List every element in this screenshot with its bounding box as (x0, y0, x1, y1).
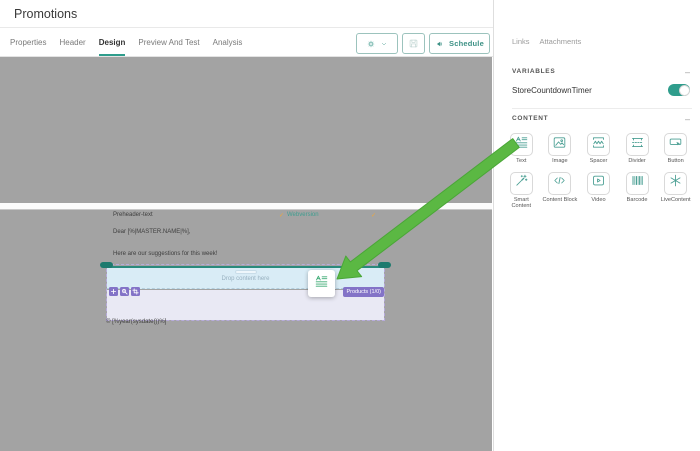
toolbar: Schedule (356, 33, 490, 54)
schedule-button[interactable]: Schedule (429, 33, 490, 54)
intro-text: Here are our suggestions for this week! (113, 251, 217, 257)
spacer-icon (591, 135, 606, 155)
content-grid: Text Image Spacer Divider Button Smart Conten… (503, 133, 694, 210)
tile-label: Barcode (627, 197, 648, 204)
panel-tab-attachments[interactable]: Attachments (540, 37, 582, 46)
tile-box[interactable] (548, 172, 571, 195)
schedule-button-label: Schedule (449, 39, 484, 48)
content-tile-livecontent[interactable]: LiveContent (657, 172, 694, 210)
tile-box[interactable] (664, 133, 687, 156)
collapse-icon[interactable]: – (685, 69, 690, 75)
check-icon: ✓ (371, 212, 376, 219)
product-block[interactable] (107, 290, 384, 320)
tile-label: Smart Content (503, 197, 539, 210)
text-icon (314, 274, 329, 294)
content-tile-text[interactable]: Text (503, 133, 540, 165)
content-tile-barcode[interactable]: Barcode (619, 172, 656, 210)
products-badge: Products (1/0) (343, 287, 384, 297)
tile-label: Video (591, 197, 605, 204)
tile-label: Image (552, 158, 568, 165)
drop-zone[interactable]: Drop content here (107, 268, 384, 289)
text-icon (514, 135, 529, 155)
variable-label: StoreCountdownTimer (512, 86, 592, 95)
drag-handle[interactable] (235, 270, 257, 274)
tile-box[interactable] (626, 172, 649, 195)
selected-section[interactable]: Drop content here Products (1/0) (106, 264, 385, 321)
tab-design[interactable]: Design (99, 29, 126, 56)
tile-box[interactable] (587, 172, 610, 195)
toggle-knob (679, 85, 690, 96)
canvas-top-strip (0, 203, 492, 210)
preheader-text: Preheader-text (113, 212, 153, 218)
content-title: CONTENT (512, 115, 548, 122)
variables-title: VARIABLES (512, 68, 555, 75)
tile-box[interactable] (664, 172, 687, 195)
panel-tabs: Links Attachments (512, 37, 581, 46)
page-title: Promotions (14, 7, 77, 21)
content-tile-smart-content[interactable]: Smart Content (503, 172, 540, 210)
barcode-icon (630, 173, 645, 193)
video-icon (591, 173, 606, 193)
drop-zone-label: Drop content here (107, 276, 384, 282)
magnifier-icon[interactable] (120, 287, 129, 296)
crop-icon[interactable] (131, 287, 140, 296)
save-button[interactable] (402, 33, 425, 54)
webversion-link[interactable]: Webversion (287, 212, 319, 218)
tab-properties[interactable]: Properties (10, 29, 46, 56)
greeting-text: Dear [%|MASTER.NAME|%], (113, 229, 190, 235)
content-tile-spacer[interactable]: Spacer (580, 133, 617, 165)
tile-label: Spacer (590, 158, 608, 165)
content-tile-image[interactable]: Image (542, 133, 579, 165)
content-section-header: CONTENT – (512, 115, 690, 122)
content-tile-video[interactable]: Video (580, 172, 617, 210)
settings-split-button[interactable] (356, 33, 398, 54)
asterisk-icon (668, 173, 683, 193)
tile-label: Text (516, 158, 526, 165)
variables-section-header: VARIABLES – (512, 68, 690, 75)
content-tile-divider[interactable]: Divider (619, 133, 656, 165)
tile-label: Content Block (542, 197, 577, 204)
tile-box[interactable] (510, 133, 533, 156)
button-icon (668, 135, 683, 155)
content-tile-button[interactable]: Button (657, 133, 694, 165)
tab-header[interactable]: Header (59, 29, 85, 56)
chevron-down-icon[interactable] (380, 40, 388, 48)
email-canvas: Preheader-text ✓ Webversion ✓ Dear [%|MA… (0, 57, 492, 451)
footer-copyright: © [%year(sysdate())%] (106, 319, 166, 325)
tile-label: Divider (628, 158, 645, 165)
divider-icon (630, 135, 645, 155)
collapse-icon[interactable]: – (685, 116, 690, 122)
tab-analysis[interactable]: Analysis (213, 29, 243, 56)
side-panel: Links Attachments VARIABLES – StoreCountd… (493, 0, 700, 451)
panel-divider (512, 108, 692, 109)
variable-row: StoreCountdownTimer (512, 84, 690, 96)
tile-label: LiveContent (661, 197, 691, 204)
code-icon (552, 173, 567, 193)
dropzone-tools (109, 287, 140, 296)
tile-box[interactable] (548, 133, 571, 156)
plus-icon[interactable] (109, 287, 118, 296)
magic-wand-icon (514, 173, 529, 193)
tile-box[interactable] (626, 133, 649, 156)
variable-toggle[interactable] (668, 84, 690, 96)
drag-ghost-text-tile[interactable] (308, 270, 335, 297)
save-icon (408, 38, 419, 49)
tile-label: Button (668, 158, 684, 165)
gear-icon (366, 39, 376, 49)
check-icon: ✓ (279, 212, 284, 219)
image-icon (552, 135, 567, 155)
tab-preview-and-test[interactable]: Preview And Test (138, 29, 199, 56)
content-tile-content-block[interactable]: Content Block (542, 172, 579, 210)
tile-box[interactable] (587, 133, 610, 156)
tile-box[interactable] (510, 172, 533, 195)
panel-tab-links[interactable]: Links (512, 37, 530, 46)
megaphone-icon (435, 39, 445, 49)
